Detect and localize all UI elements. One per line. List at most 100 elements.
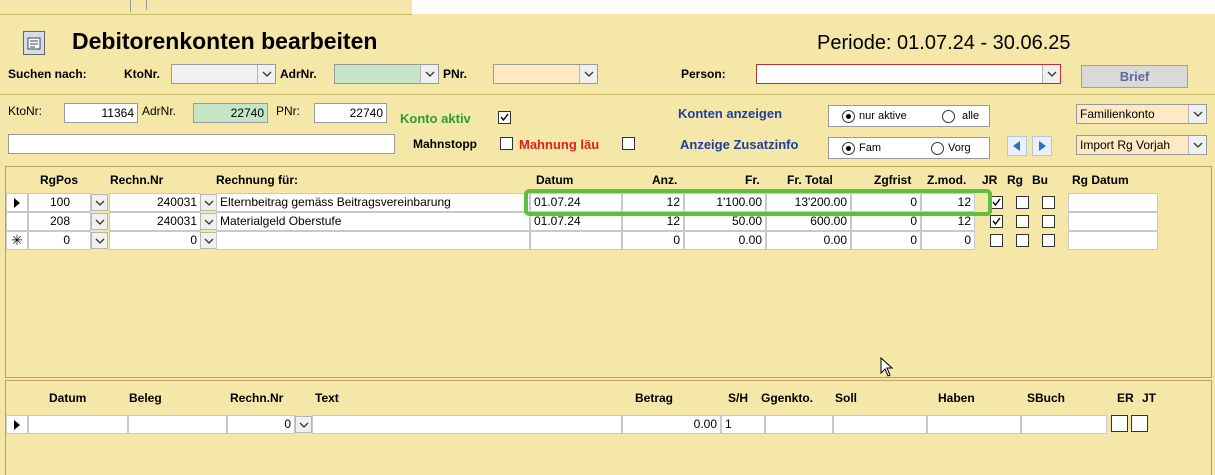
col-rg: Rg [1007, 173, 1023, 187]
rg-checkbox[interactable] [1016, 234, 1029, 247]
periode-label: Periode: 01.07.24 - 30.06.25 [817, 32, 1071, 54]
search-pnr-combo[interactable] [493, 64, 598, 84]
row-selector[interactable] [6, 193, 28, 212]
familienkonto-combo[interactable]: Familienkonto [1076, 104, 1207, 124]
zmod-cell[interactable]: 0 [921, 231, 975, 250]
ktonr-field[interactable]: 11364 [64, 103, 138, 123]
chevron-down-icon[interactable] [91, 194, 108, 211]
new-record-icon[interactable]: ✳ [6, 231, 28, 250]
row-selector[interactable] [6, 415, 28, 434]
info-field[interactable] [8, 134, 395, 154]
search-ktonr-label: KtoNr. [124, 67, 160, 81]
rg-checkbox[interactable] [1016, 215, 1029, 228]
chevron-down-icon[interactable] [1042, 65, 1060, 83]
rgdatum-cell[interactable] [1068, 212, 1158, 231]
import-rg-combo[interactable]: Import Rg Vorjah [1076, 135, 1207, 155]
betrag-cell[interactable]: 0.00 [622, 415, 721, 434]
chevron-down-icon[interactable] [200, 194, 217, 211]
col-bu: Bu [1032, 173, 1048, 187]
ggenkto-cell[interactable] [765, 415, 833, 434]
jt-checkbox[interactable] [1131, 415, 1148, 432]
import-rg-value: Import Rg Vorjah [1080, 138, 1171, 152]
bu-checkbox[interactable] [1042, 234, 1055, 247]
rgdatum-cell[interactable] [1068, 193, 1158, 212]
datum-cell[interactable] [28, 415, 128, 434]
bu-checkbox[interactable] [1042, 196, 1055, 209]
booking-subform: Datum Beleg Rechn.Nr Text Betrag S/H Gge… [5, 380, 1212, 475]
rechnnr-cell[interactable]: 0 [109, 231, 201, 250]
konto-aktiv-label: Konto aktiv [400, 111, 471, 126]
bu-checkbox[interactable] [1042, 215, 1055, 228]
col-ggenkto: Ggenkto. [761, 391, 814, 405]
rechnnr-cell[interactable]: 240031 [109, 193, 201, 212]
er-checkbox[interactable] [1111, 415, 1128, 432]
chevron-down-icon[interactable] [91, 213, 108, 230]
chevron-down-icon[interactable] [91, 232, 108, 249]
jr-checkbox[interactable] [990, 234, 1003, 247]
col-fr: Fr. [745, 173, 760, 187]
rechnung-fuer-cell[interactable]: Elternbeitrag gemäss Beitragsvereinbarun… [216, 193, 530, 212]
rg-checkbox[interactable] [1016, 196, 1029, 209]
chevron-down-icon[interactable] [257, 65, 275, 83]
col-jt: JT [1142, 391, 1157, 405]
rgpos-cell[interactable]: 100 [28, 193, 91, 212]
text-cell[interactable] [312, 415, 622, 434]
chevron-down-icon[interactable] [200, 232, 217, 249]
mahnstopp-label: Mahnstopp [413, 137, 477, 151]
adrnr-field[interactable]: 22740 [193, 103, 268, 123]
beleg-cell[interactable] [128, 415, 227, 434]
frtotal-cell[interactable]: 0.00 [766, 231, 851, 250]
chevron-down-icon[interactable] [1188, 136, 1206, 154]
rechnung-fuer-cell[interactable] [216, 231, 530, 250]
separator [0, 94, 1215, 95]
col-sh: S/H [728, 391, 749, 405]
person-combo[interactable] [756, 64, 1061, 84]
rechnnr-cell[interactable]: 0 [227, 415, 295, 434]
tab-right[interactable] [146, 0, 177, 10]
alle-radio[interactable] [942, 110, 955, 123]
col-rechnnr: Rechn.Nr [110, 173, 164, 187]
konto-aktiv-checkbox[interactable] [498, 111, 511, 124]
row-selector[interactable] [6, 212, 28, 231]
nur-aktive-radio[interactable] [842, 110, 855, 123]
tab-left[interactable] [0, 0, 131, 12]
col-zmod: Z.mod. [927, 173, 967, 187]
rgpos-cell[interactable]: 208 [28, 212, 91, 231]
anz-cell[interactable]: 0 [622, 231, 684, 250]
chevron-down-icon[interactable] [295, 416, 312, 433]
chevron-down-icon[interactable] [579, 65, 597, 83]
col-frtotal: Fr. Total [787, 173, 833, 187]
mahnung-label: Mahnung läu [519, 137, 600, 152]
rgpos-cell[interactable]: 0 [28, 231, 91, 250]
table-row-new[interactable]: ✳ 0 0 0 0.00 0.00 0 0 [6, 231, 1166, 250]
haben-cell[interactable] [927, 415, 1021, 434]
search-ktonr-combo[interactable] [171, 64, 276, 84]
brief-button[interactable]: Brief [1081, 65, 1188, 88]
zgfrist-cell[interactable]: 0 [851, 231, 921, 250]
chevron-down-icon[interactable] [1188, 105, 1206, 123]
table-row[interactable]: 0 0.00 1 [6, 415, 1166, 434]
soll-cell[interactable] [833, 415, 927, 434]
search-adrnr-label: AdrNr. [280, 67, 317, 81]
alle-label: alle [962, 110, 980, 122]
vorg-radio[interactable] [931, 142, 944, 155]
rgdatum-cell[interactable] [1068, 231, 1158, 250]
prev-button[interactable] [1007, 136, 1027, 156]
chevron-down-icon[interactable] [420, 65, 438, 83]
jr-checkbox[interactable] [990, 215, 1003, 228]
rechnung-fuer-cell[interactable]: Materialgeld Oberstufe [216, 212, 530, 231]
next-button[interactable] [1032, 136, 1052, 156]
fam-radio[interactable] [842, 142, 855, 155]
page-title: Debitorenkonten bearbeiten [72, 28, 378, 54]
chevron-down-icon[interactable] [200, 213, 217, 230]
fr-cell[interactable]: 0.00 [684, 231, 766, 250]
sh-cell[interactable]: 1 [721, 415, 765, 434]
sbuch-cell[interactable] [1021, 415, 1107, 434]
rechnnr-cell[interactable]: 240031 [109, 212, 201, 231]
mahnung-checkbox[interactable] [622, 137, 635, 150]
mahnstopp-checkbox[interactable] [500, 137, 513, 150]
datum-cell[interactable] [530, 231, 622, 250]
pnr-field[interactable]: 22740 [314, 103, 387, 123]
search-adrnr-combo[interactable] [334, 64, 439, 84]
col-sbuch: SBuch [1027, 391, 1066, 405]
